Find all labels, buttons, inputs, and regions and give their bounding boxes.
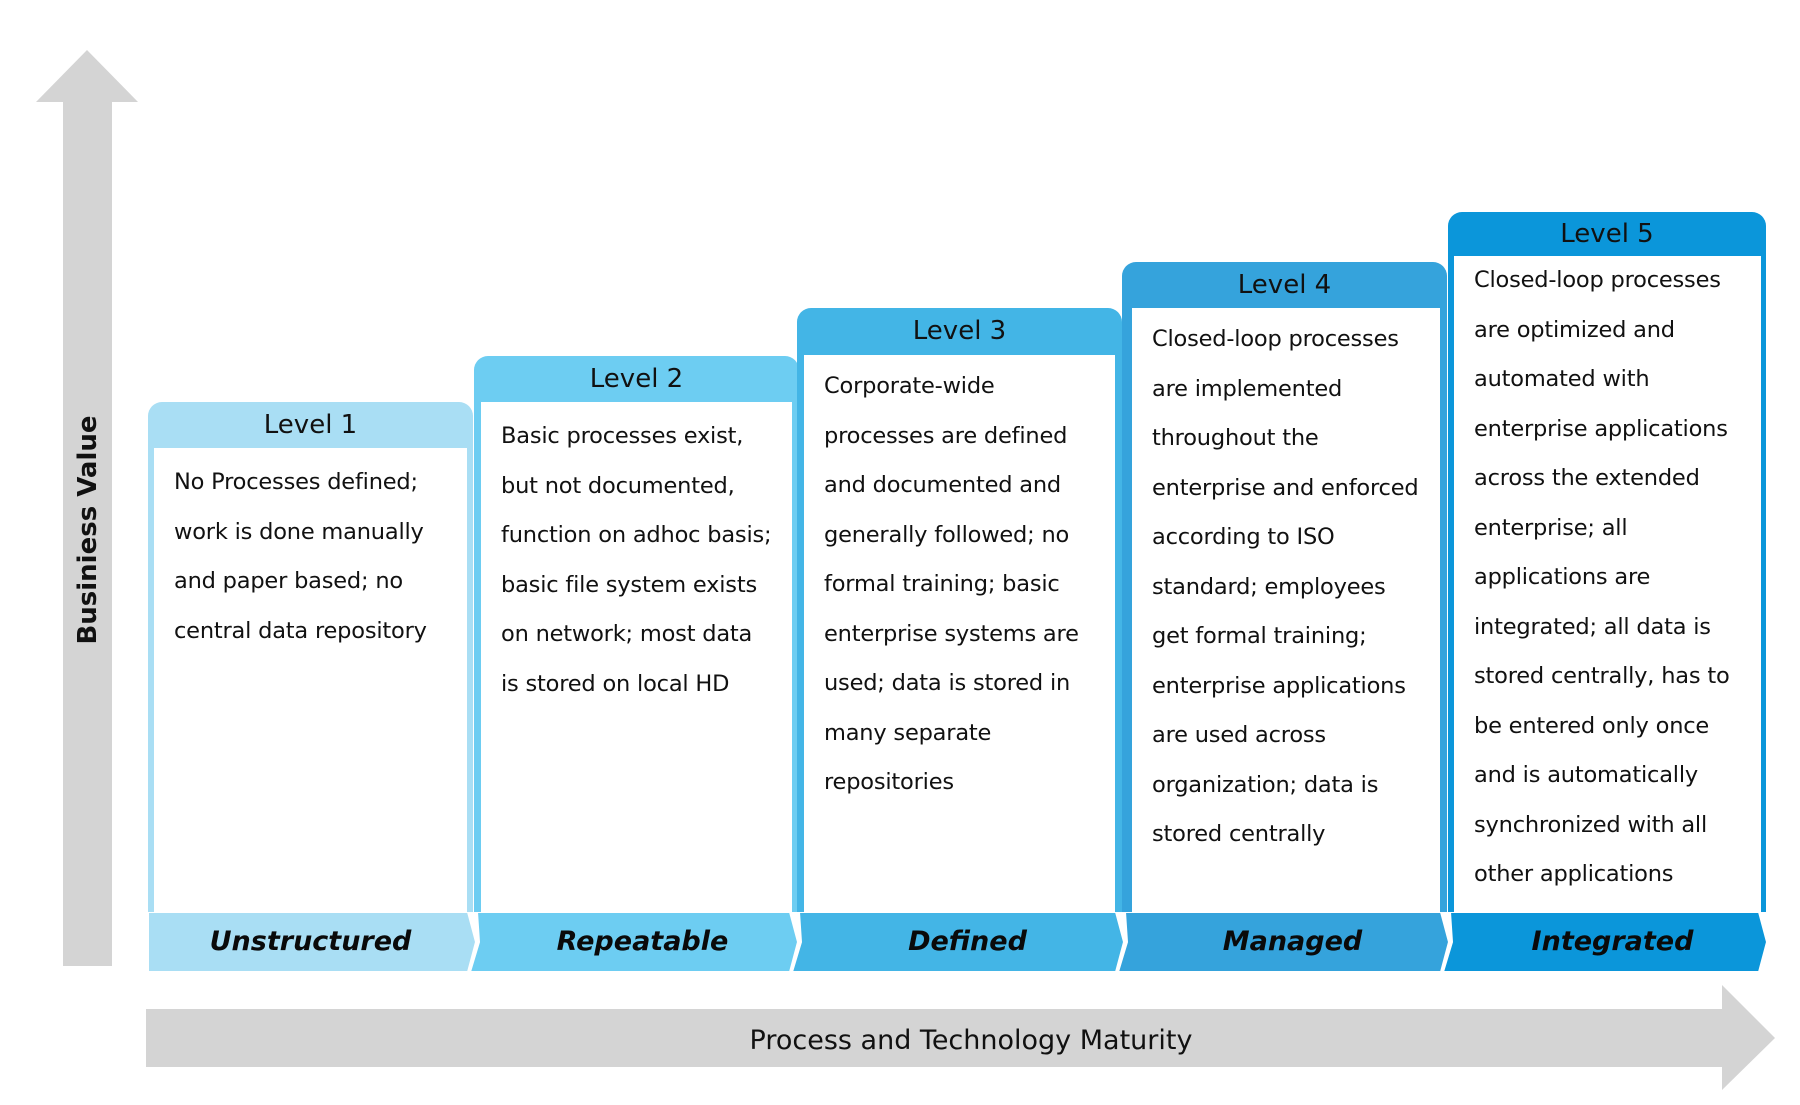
description-line: Basic processes exist, (501, 423, 744, 449)
stage-label-unstructured: Unstructured (209, 926, 412, 957)
description-line: basic file system exists (501, 571, 757, 598)
description-line: synchronized with all (1474, 811, 1708, 838)
description-line: enterprise and enforced (1152, 474, 1419, 501)
level-description: Closed-loop processes are implemented th… (1132, 308, 1440, 912)
description-line: and paper based; no (174, 568, 403, 594)
level-card-1: Level 1 No Processes defined; work is do… (148, 402, 473, 912)
level-title: Level 2 (589, 364, 684, 394)
description-line: on network; most data (501, 621, 753, 647)
description-line: Corporate-wide (824, 373, 995, 399)
description-line: stored centrally (1152, 821, 1326, 847)
level-title: Level 3 (912, 316, 1007, 346)
stage-label-defined: Defined (908, 926, 1027, 957)
description-line: applications are (1474, 564, 1651, 590)
description-line: No Processes defined; (174, 469, 418, 495)
level-card-5: Level 5 Closed-loop processes are optimi… (1448, 212, 1766, 912)
x-axis-label: Process and Technology Maturity (749, 1025, 1193, 1056)
level-description: Basic processes exist, but not documente… (481, 402, 792, 912)
level-title: Level 4 (1237, 270, 1332, 300)
description-line: enterprise applications (1152, 672, 1406, 699)
description-line: organization; data is (1152, 771, 1379, 798)
stage-label-repeatable: Repeatable (556, 926, 729, 957)
description-line: are implemented (1152, 375, 1343, 402)
description-line: stored centrally, has to (1474, 663, 1730, 689)
description-line: enterprise systems are (824, 620, 1079, 647)
description-line: work is done manually (174, 518, 424, 545)
description-line: enterprise applications (1474, 415, 1728, 442)
description-line: processes are defined (824, 422, 1068, 449)
description-line: be entered only once (1474, 712, 1710, 739)
description-line: generally followed; no (824, 521, 1070, 548)
description-line: but not documented, (501, 472, 735, 499)
stage-label-managed: Managed (1222, 926, 1363, 957)
description-line: used; data is stored in (824, 670, 1071, 696)
description-line: many separate (824, 719, 992, 746)
level-title: Level 5 (1560, 219, 1654, 249)
description-line: other applications (1474, 861, 1674, 887)
description-line: are optimized and (1474, 316, 1675, 343)
description-line: Closed-loop processes (1152, 326, 1399, 352)
description-line: formal training; basic (824, 571, 1060, 597)
level-card-2: Level 2 Basic processes exist, but not d… (474, 356, 799, 912)
level-title: Level 1 (263, 410, 358, 440)
stage-label-integrated: Integrated (1531, 926, 1694, 957)
description-line: and documented and (824, 472, 1062, 498)
description-line: according to ISO (1152, 524, 1335, 550)
description-line: repositories (824, 769, 954, 795)
description-line: Closed-loop processes (1474, 267, 1721, 293)
level-description: Corporate-wide processes are defined and… (804, 355, 1115, 912)
level-card-3: Level 3 Corporate-wide processes are def… (797, 308, 1122, 912)
description-line: integrated; all data is (1474, 613, 1711, 640)
description-line: function on adhoc basis; (501, 522, 772, 548)
y-axis-label: Businiess Value (73, 415, 103, 645)
description-line: is stored on local HD (501, 670, 730, 697)
description-line: standard; employees (1152, 573, 1386, 600)
description-line: and is automatically (1474, 762, 1698, 788)
description-line: enterprise; all (1474, 514, 1628, 541)
description-line: get formal training; (1152, 623, 1367, 649)
description-line: are used across (1152, 722, 1326, 748)
level-description: No Processes defined; work is done manua… (154, 448, 467, 912)
description-line: central data repository (174, 617, 427, 644)
description-line: across the extended (1474, 465, 1700, 491)
description-line: automated with (1474, 366, 1650, 392)
level-card-4: Level 4 Closed-loop processes are implem… (1122, 262, 1447, 912)
level-description: Closed-loop processes are optimized and … (1454, 256, 1761, 912)
description-line: throughout the (1152, 425, 1319, 451)
